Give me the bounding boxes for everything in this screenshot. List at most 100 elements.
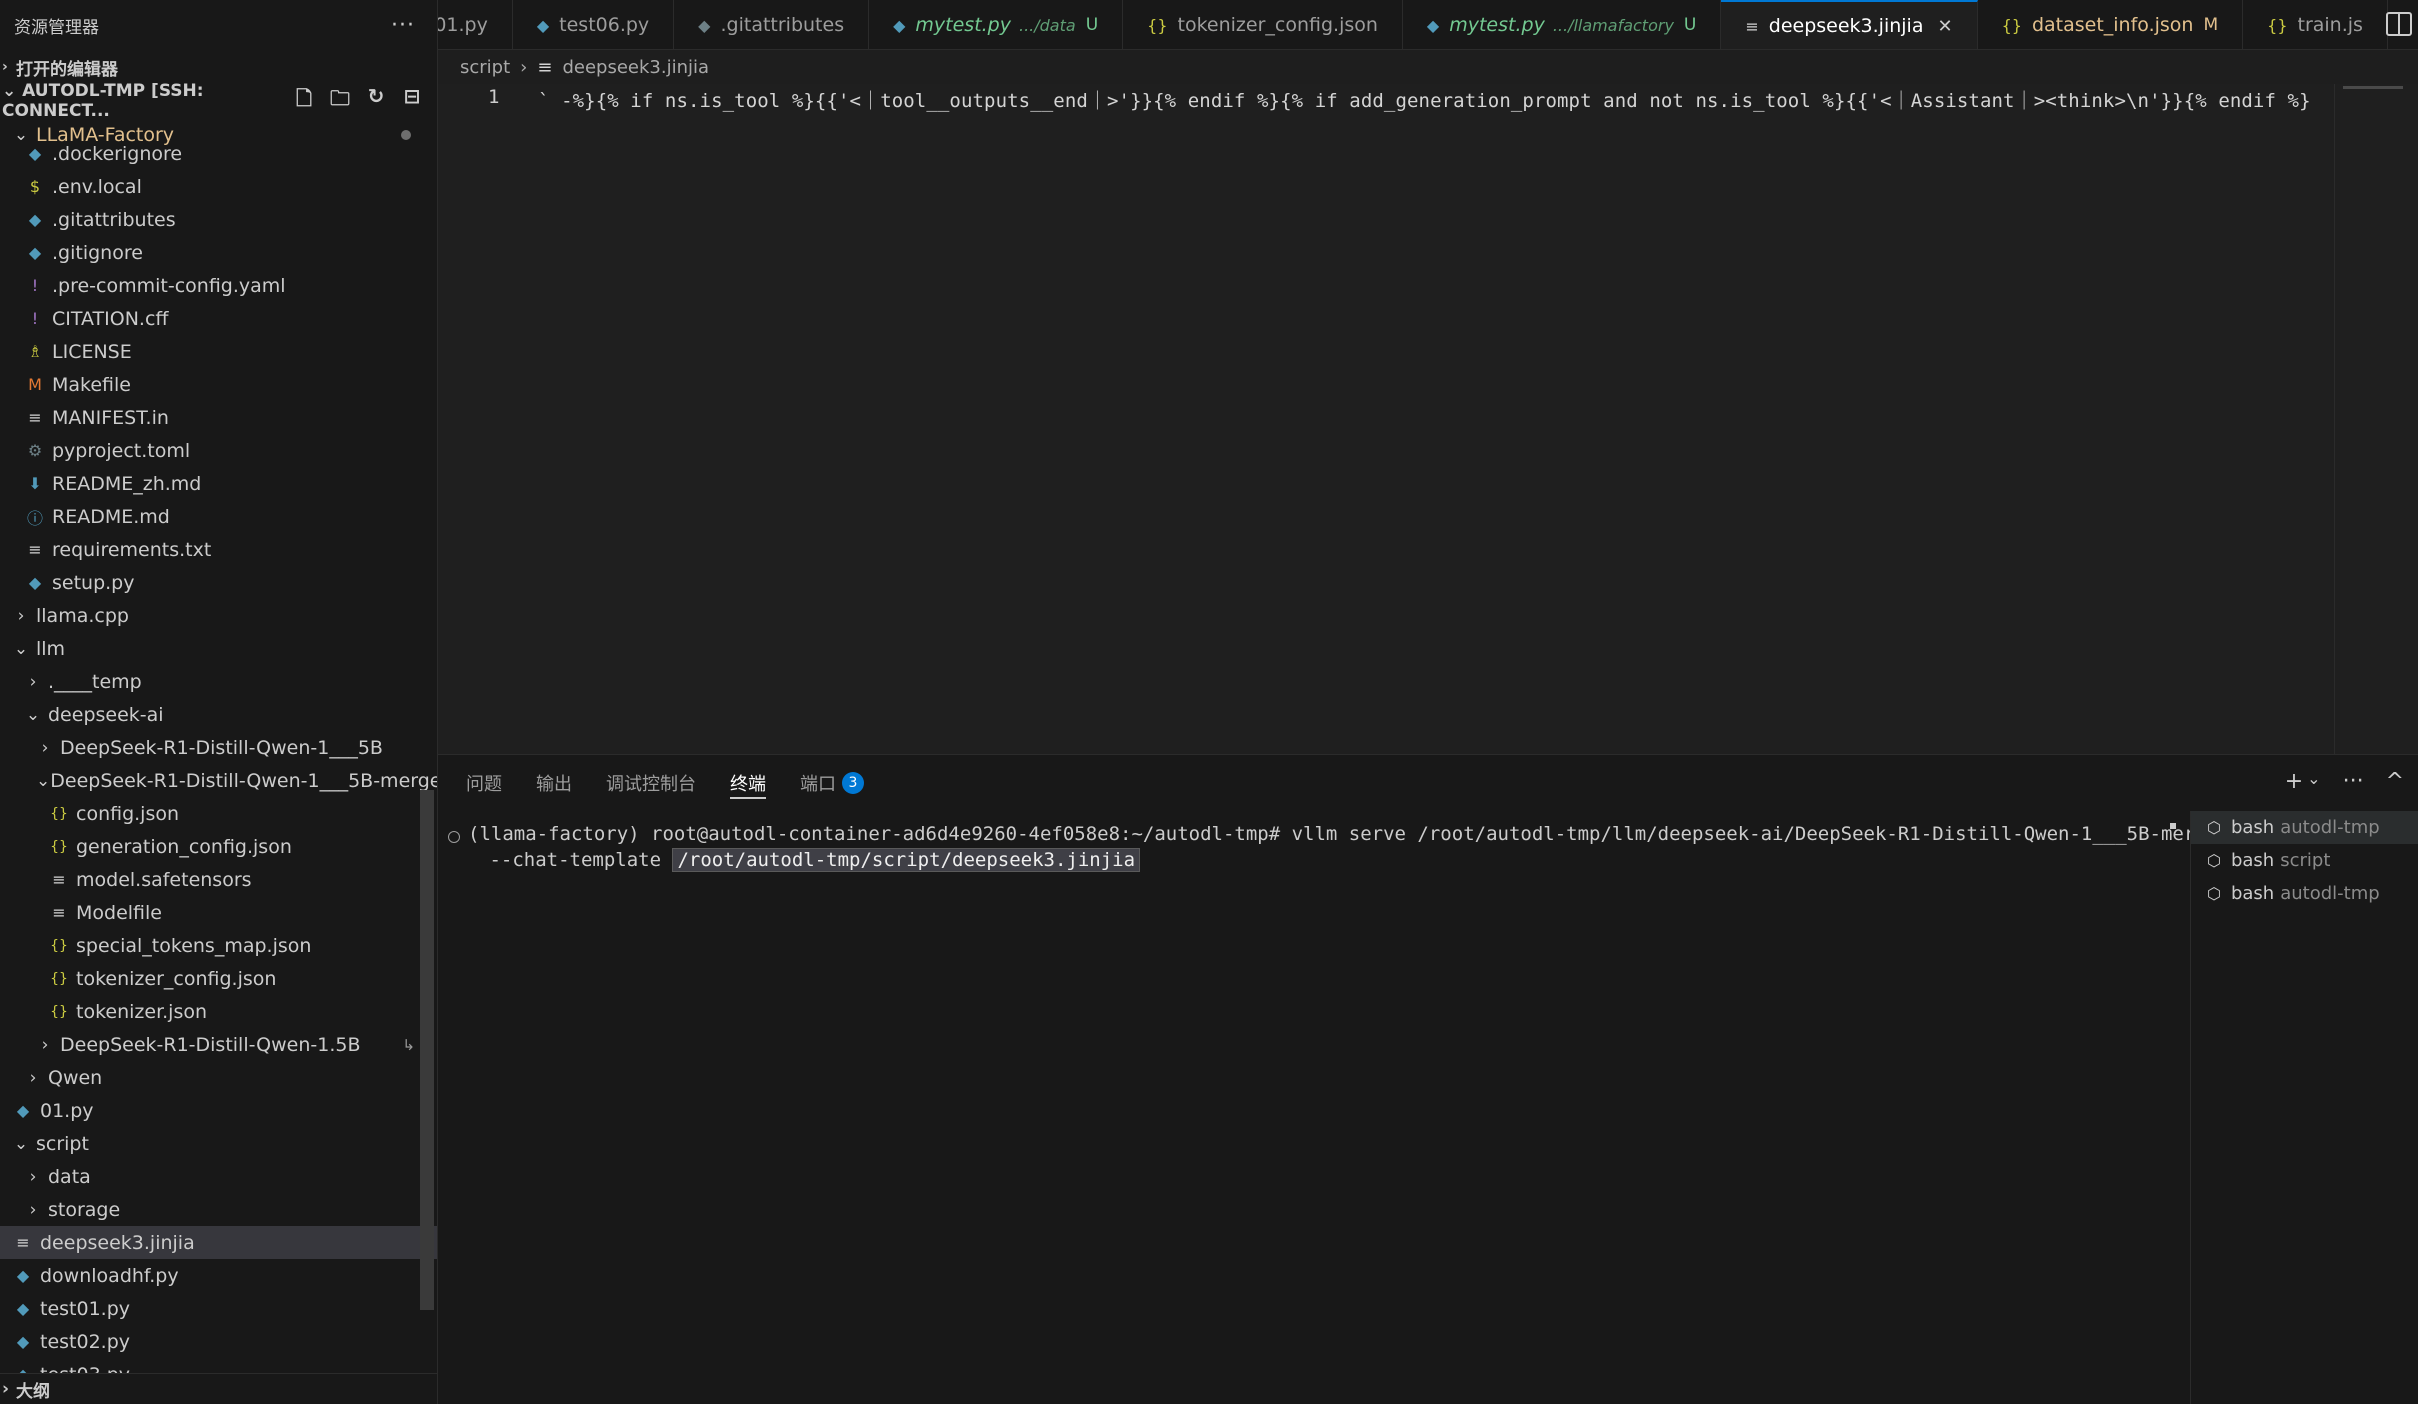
tree-folder[interactable]: › llama.cpp [0,599,437,632]
tab-terminal[interactable]: 终端 [730,755,766,811]
tree-file[interactable]: ◆ .dockerignore [0,137,437,170]
scrollbar-thumb[interactable] [2170,823,2176,829]
tree-file[interactable]: ◆ test01.py [0,1292,437,1325]
refresh-icon[interactable]: ↻ [365,84,387,118]
tree-file[interactable]: {} tokenizer_config.json [0,962,437,995]
terminal-icon: ⬡ [2207,884,2221,903]
editor-tab[interactable]: ◆ .gitattributes [674,0,870,49]
tree-item-label: data [48,1165,91,1188]
breadcrumb-folder[interactable]: script [460,57,510,78]
tree-file[interactable]: ≡ deepseek3.jinjia [0,1226,437,1259]
editor-tab[interactable]: ◆ test06.py [513,0,675,49]
file-type-icon: ◆ [28,573,42,592]
editor-tab[interactable]: ◆ mytest.py .../llamafactory U [1403,0,1722,49]
tree-file[interactable]: $ .env.local [0,170,437,203]
tree-folder[interactable]: › .____temp [0,665,437,698]
tree-folder[interactable]: › storage [0,1193,437,1226]
more-actions-icon[interactable]: ··· [2343,769,2364,794]
chevron-right-icon: › [41,1034,49,1055]
editor-tab[interactable]: {} train.js [2243,0,2388,49]
editor-tab[interactable]: ≡ deepseek3.jinjia ✕ [1721,0,1978,49]
tree-file[interactable]: ◆ setup.py [0,566,437,599]
tree-item-label: README.md [52,505,170,528]
editor-tab[interactable]: {} dataset_info.json M [1978,0,2244,49]
terminal-list-item[interactable]: ⬡ bash autodl-tmp [2191,877,2418,910]
tab-debug-console[interactable]: 调试控制台 [606,755,696,811]
maximize-panel-icon[interactable]: ^ [2386,769,2404,794]
open-editors-section[interactable]: › 打开的编辑器 [0,50,437,84]
tree-file[interactable]: ◆ .gitattributes [0,203,437,236]
terminal-scrollbar[interactable] [2168,815,2178,1404]
minimap-line [2343,86,2403,89]
terminal-list-item[interactable]: ⬡ bash autodl-tmp [2191,811,2418,844]
code-line[interactable]: ` -%}{% if ns.is_tool %}{{'<｜tool__outpu… [538,86,2311,113]
tree-file[interactable]: ≡ MANIFEST.in [0,401,437,434]
collapse-all-icon[interactable]: ⊟ [401,84,423,118]
tree-file[interactable]: ♗ LICENSE [0,335,437,368]
tree-file[interactable]: ⓘ README.md [0,500,437,533]
terminal-icon: ⬡ [2207,851,2221,870]
tree-item-label: generation_config.json [76,835,292,858]
tree-folder[interactable]: › Qwen [0,1061,437,1094]
workspace-section[interactable]: ⌄ AUTODL-TMP [SSH: CONNECT... 🗋 🗀 ↻ ⊟ [0,81,437,121]
chevron-down-icon[interactable]: ⌄ [2307,769,2320,794]
tab-path: .../llamafactory [1552,15,1674,35]
tree-item-label: requirements.txt [52,538,212,561]
sidebar-scrollbar[interactable] [420,790,434,1310]
editor-tab[interactable]: ◆ mytest.py .../data U [869,0,1124,49]
tree-folder[interactable]: › data [0,1160,437,1193]
tree-file[interactable]: {} generation_config.json [0,830,437,863]
tree-file[interactable]: ◆ downloadhf.py [0,1259,437,1292]
tab-ports[interactable]: 端口 3 [800,755,864,811]
file-type-icon: ◆ [16,1332,30,1351]
tree-item-label: DeepSeek-R1-Distill-Qwen-1.5B [60,1033,361,1056]
new-file-icon[interactable]: 🗋 [293,84,315,118]
file-type-icon: ! [31,309,39,328]
file-type-icon: {} [2267,15,2288,35]
file-type-icon: ◆ [16,1266,30,1285]
split-editor-icon[interactable] [2386,12,2412,36]
code-editor[interactable]: 1 ` -%}{% if ns.is_tool %}{{'<｜tool__out… [438,84,2334,754]
tree-file[interactable]: M Makefile [0,368,437,401]
tree-file[interactable]: {} special_tokens_map.json [0,929,437,962]
new-folder-icon[interactable]: 🗀 [329,84,351,118]
outline-section[interactable]: › 大纲 [0,1373,437,1404]
terminal-continuation: --chat-template [478,849,673,871]
chevron-right-icon: › [29,671,37,692]
tree-folder[interactable]: › DeepSeek-R1-Distill-Qwen-1___5B [0,731,437,764]
terminal-list-item[interactable]: ⬡ bash script [2191,844,2418,877]
tab-label: test06.py [559,14,650,36]
tree-file[interactable]: ◆ .gitignore [0,236,437,269]
tree-file[interactable]: ◆ test02.py [0,1325,437,1358]
tree-file[interactable]: ! CITATION.cff [0,302,437,335]
editor-tab[interactable]: ◆01.py [438,0,513,49]
tree-folder[interactable]: › DeepSeek-R1-Distill-Qwen-1.5B ↳ [0,1028,437,1061]
close-icon[interactable]: ✕ [1937,16,1952,37]
tree-file[interactable]: ! .pre-commit-config.yaml [0,269,437,302]
chevron-right-icon: › [41,737,49,758]
tree-file[interactable]: ◆ 01.py [0,1094,437,1127]
tree-folder[interactable]: ⌄ script [0,1127,437,1160]
file-type-icon: ♗ [27,342,43,361]
tree-file[interactable]: {} tokenizer.json [0,995,437,1028]
tree-file[interactable]: ⬇ README_zh.md [0,467,437,500]
more-actions-icon[interactable]: ··· [391,13,415,38]
file-type-icon: ◆ [28,243,42,262]
tree-folder[interactable]: ⌄ deepseek-ai [0,698,437,731]
tree-folder[interactable]: ⌄ DeepSeek-R1-Distill-Qwen-1___5B-merged [0,764,437,797]
tree-file[interactable]: ⚙ pyproject.toml [0,434,437,467]
add-terminal-icon[interactable]: + [2285,769,2303,794]
tab-problems[interactable]: 问题 [466,755,502,811]
tree-file[interactable]: ≡ Modelfile [0,896,437,929]
tree-folder[interactable]: ⌄ llm [0,632,437,665]
tree-file[interactable]: {} config.json [0,797,437,830]
breadcrumb-file[interactable]: deepseek3.jinjia [562,57,709,78]
tab-output[interactable]: 输出 [536,755,572,811]
file-type-icon: {} [1147,15,1168,35]
minimap[interactable] [2334,84,2418,754]
tree-file[interactable]: ≡ requirements.txt [0,533,437,566]
editor-tab[interactable]: {} tokenizer_config.json [1123,0,1403,49]
tree-item-label: model.safetensors [76,868,252,891]
tree-file[interactable]: ≡ model.safetensors [0,863,437,896]
terminal-output[interactable]: (llama-factory) root@autodl-container-ad… [438,815,2230,1404]
